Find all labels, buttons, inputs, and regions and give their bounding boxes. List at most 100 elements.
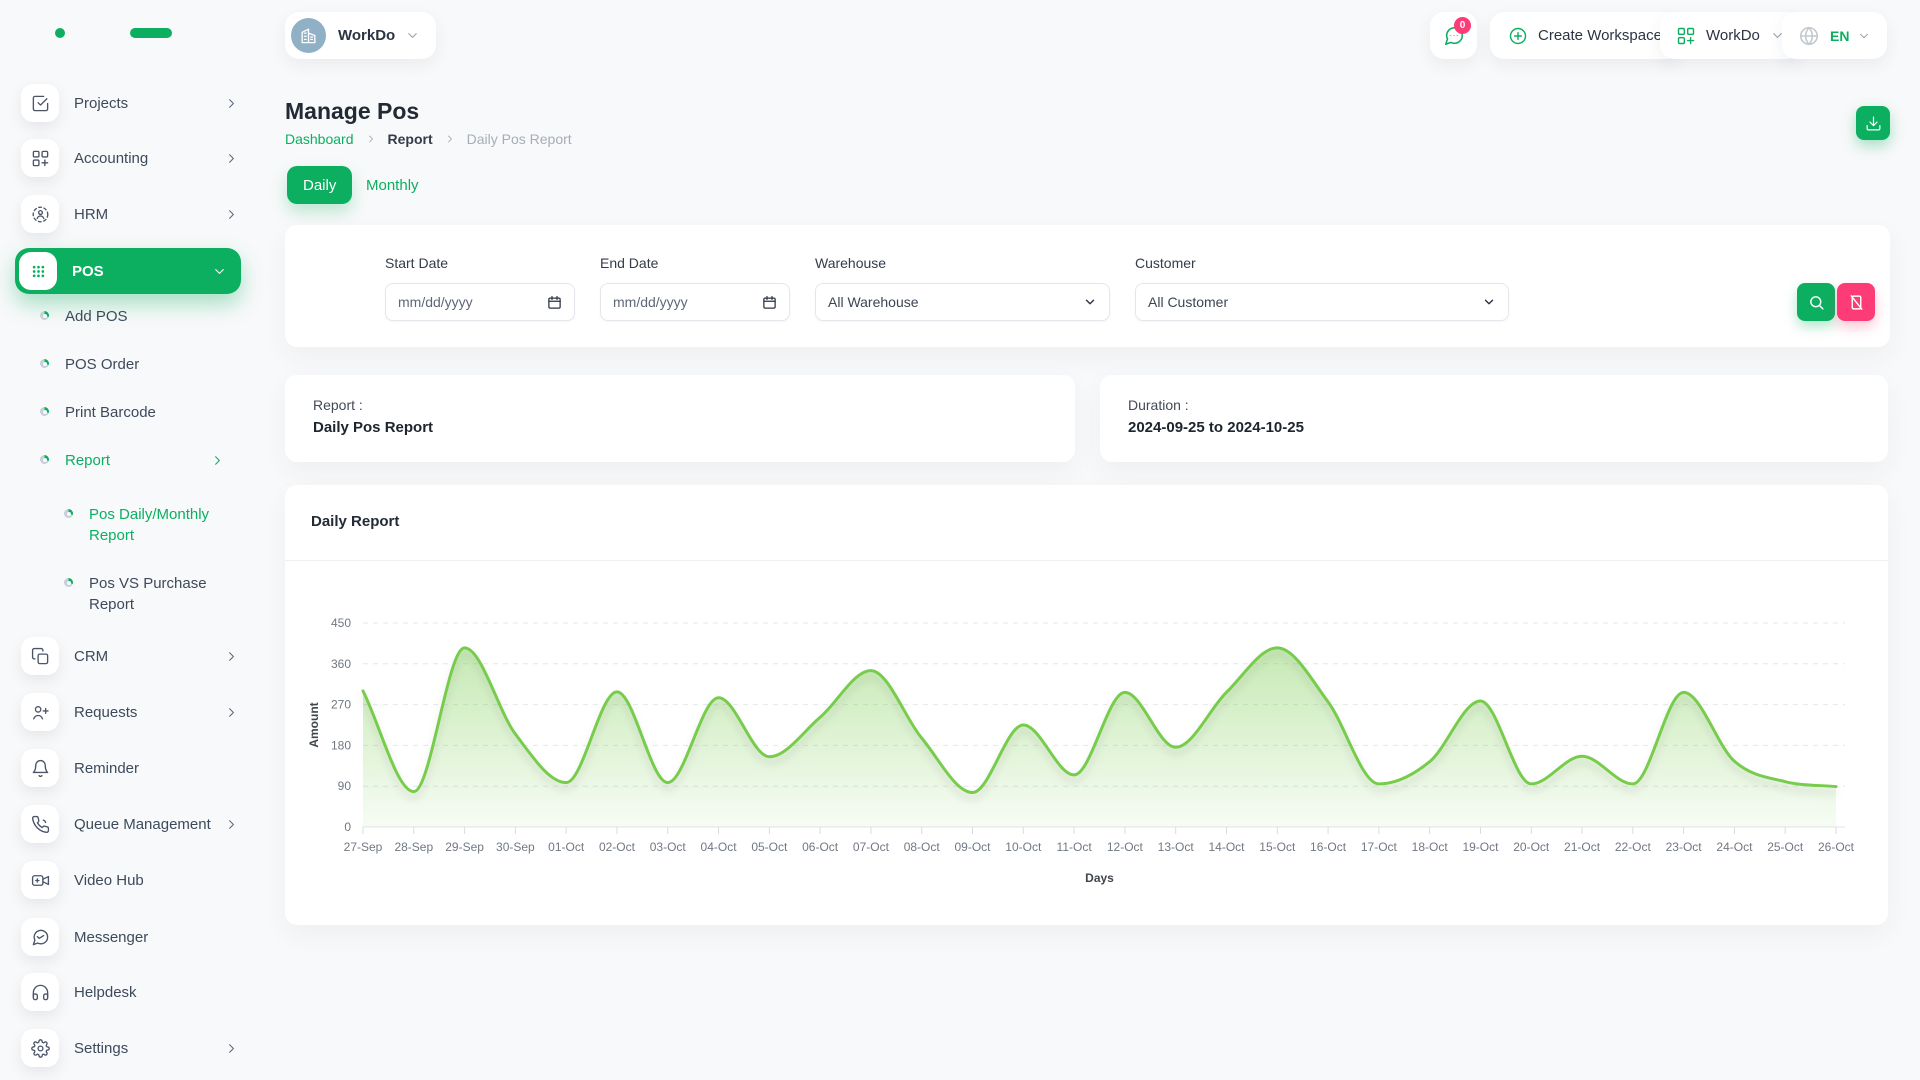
svg-text:21-Oct: 21-Oct [1564, 840, 1601, 854]
gear-icon [21, 1029, 59, 1067]
create-workspace-label: Create Workspace [1538, 27, 1662, 44]
chevron-down-icon [1857, 29, 1871, 43]
crm-icon [21, 637, 59, 675]
sidebar-item-pos-order[interactable]: POS Order [40, 354, 139, 375]
workspace-selector[interactable]: WorkDo [285, 12, 436, 59]
divider [285, 560, 1888, 561]
sidebar-item-crm[interactable]: CRM [21, 633, 239, 679]
sidebar-item-label: POS Order [65, 354, 139, 375]
svg-text:15-Oct: 15-Oct [1259, 840, 1296, 854]
svg-text:180: 180 [331, 738, 351, 752]
sidebar-item-label: Messenger [74, 929, 148, 946]
bullet-icon [64, 509, 73, 518]
svg-text:07-Oct: 07-Oct [853, 840, 890, 854]
svg-text:18-Oct: 18-Oct [1412, 840, 1449, 854]
warehouse-selected-value: All Warehouse [828, 294, 919, 310]
sidebar-item-label: Settings [74, 1040, 128, 1057]
report-value: Daily Pos Report [313, 419, 433, 436]
sidebar-item-label: Pos VS Purchase Report [89, 573, 219, 615]
svg-text:12-Oct: 12-Oct [1107, 840, 1144, 854]
sidebar-item-settings[interactable]: Settings [21, 1025, 239, 1071]
svg-text:360: 360 [331, 657, 351, 671]
sidebar-item-accounting[interactable]: Accounting [21, 135, 239, 181]
sidebar: Projects Accounting HRM POS Add POS POS … [0, 0, 256, 1080]
page-title: Manage Pos [285, 98, 419, 125]
sidebar-item-add-pos[interactable]: Add POS [40, 306, 128, 327]
svg-text:29-Sep: 29-Sep [445, 840, 484, 854]
svg-text:05-Oct: 05-Oct [751, 840, 788, 854]
sidebar-item-label: Report [65, 450, 110, 471]
customer-label: Customer [1135, 255, 1196, 271]
chevron-right-icon [224, 649, 239, 664]
breadcrumb-dashboard[interactable]: Dashboard [285, 131, 354, 147]
svg-text:30-Sep: 30-Sep [496, 840, 535, 854]
sidebar-item-pos-vs-purchase-report[interactable]: Pos VS Purchase Report [64, 573, 226, 615]
breadcrumb-report[interactable]: Report [388, 131, 433, 147]
svg-text:14-Oct: 14-Oct [1208, 840, 1245, 854]
reset-filter-button[interactable] [1837, 283, 1875, 321]
sidebar-item-messenger[interactable]: Messenger [21, 914, 239, 960]
accounting-icon [21, 139, 59, 177]
sidebar-item-requests[interactable]: Requests [21, 689, 239, 735]
workdo-dropdown-label: WorkDo [1706, 27, 1760, 44]
language-selector[interactable]: EN [1782, 12, 1887, 59]
svg-text:28-Sep: 28-Sep [394, 840, 433, 854]
chart-title: Daily Report [311, 513, 399, 530]
sidebar-item-label: Video Hub [74, 872, 144, 889]
search-icon [1808, 294, 1825, 311]
start-date-input[interactable]: mm/dd/yyyy [385, 283, 575, 321]
create-workspace-button[interactable]: Create Workspace [1490, 12, 1680, 59]
chevron-right-icon [224, 207, 239, 222]
download-button[interactable] [1856, 106, 1890, 140]
warehouse-label: Warehouse [815, 255, 886, 271]
sidebar-item-report[interactable]: Report [40, 450, 225, 471]
svg-text:25-Oct: 25-Oct [1767, 840, 1804, 854]
customer-select[interactable]: All Customer [1135, 283, 1509, 321]
daily-report-area-chart[interactable]: 09018027036045027-Sep28-Sep29-Sep30-Sep0… [285, 562, 1885, 922]
sidebar-item-pos[interactable]: POS [15, 248, 241, 294]
svg-text:26-Oct: 26-Oct [1818, 840, 1855, 854]
end-date-input[interactable]: mm/dd/yyyy [600, 283, 790, 321]
svg-text:27-Sep: 27-Sep [344, 840, 383, 854]
sidebar-item-label: Pos Daily/Monthly Report [89, 504, 219, 546]
svg-text:04-Oct: 04-Oct [701, 840, 738, 854]
svg-text:Days: Days [1085, 871, 1114, 885]
tab-daily[interactable]: Daily [287, 166, 352, 204]
svg-text:08-Oct: 08-Oct [904, 840, 941, 854]
sidebar-item-label: Queue Management [74, 816, 211, 833]
projects-icon [21, 84, 59, 122]
chevron-down-icon [1083, 295, 1097, 309]
duration-label: Duration : [1128, 397, 1189, 413]
chevron-right-icon [224, 705, 239, 720]
filter-panel: Start Date mm/dd/yyyy End Date mm/dd/yyy… [285, 225, 1890, 347]
duration-value: 2024-09-25 to 2024-10-25 [1128, 419, 1304, 436]
sidebar-item-label: Print Barcode [65, 402, 156, 423]
messages-button[interactable]: 0 [1430, 12, 1477, 59]
bullet-icon [40, 311, 49, 320]
sidebar-item-hrm[interactable]: HRM [21, 191, 239, 237]
svg-text:01-Oct: 01-Oct [548, 840, 585, 854]
download-icon [1865, 115, 1882, 132]
sidebar-item-helpdesk[interactable]: Helpdesk [21, 969, 239, 1015]
duration-summary-card: Duration : 2024-09-25 to 2024-10-25 [1100, 375, 1888, 462]
sidebar-item-projects[interactable]: Projects [21, 80, 239, 126]
tab-monthly[interactable]: Monthly [366, 166, 419, 204]
hrm-icon [21, 195, 59, 233]
svg-text:Amount: Amount [307, 702, 321, 747]
bullet-icon [40, 359, 49, 368]
warehouse-select[interactable]: All Warehouse [815, 283, 1110, 321]
sidebar-item-video-hub[interactable]: Video Hub [21, 857, 239, 903]
end-date-label: End Date [600, 255, 658, 271]
workdo-dropdown[interactable]: WorkDo [1660, 12, 1801, 59]
svg-text:23-Oct: 23-Oct [1666, 840, 1703, 854]
search-button[interactable] [1797, 283, 1835, 321]
queue-phone-icon [21, 805, 59, 843]
sidebar-item-reminder[interactable]: Reminder [21, 745, 239, 791]
calendar-icon [762, 295, 777, 310]
logo-dash-bar [130, 28, 172, 38]
breadcrumb-current: Daily Pos Report [467, 131, 572, 147]
sidebar-item-queue-management[interactable]: Queue Management [21, 801, 239, 847]
svg-text:03-Oct: 03-Oct [650, 840, 687, 854]
sidebar-item-pos-daily-monthly-report[interactable]: Pos Daily/Monthly Report [64, 504, 226, 546]
sidebar-item-print-barcode[interactable]: Print Barcode [40, 402, 156, 423]
